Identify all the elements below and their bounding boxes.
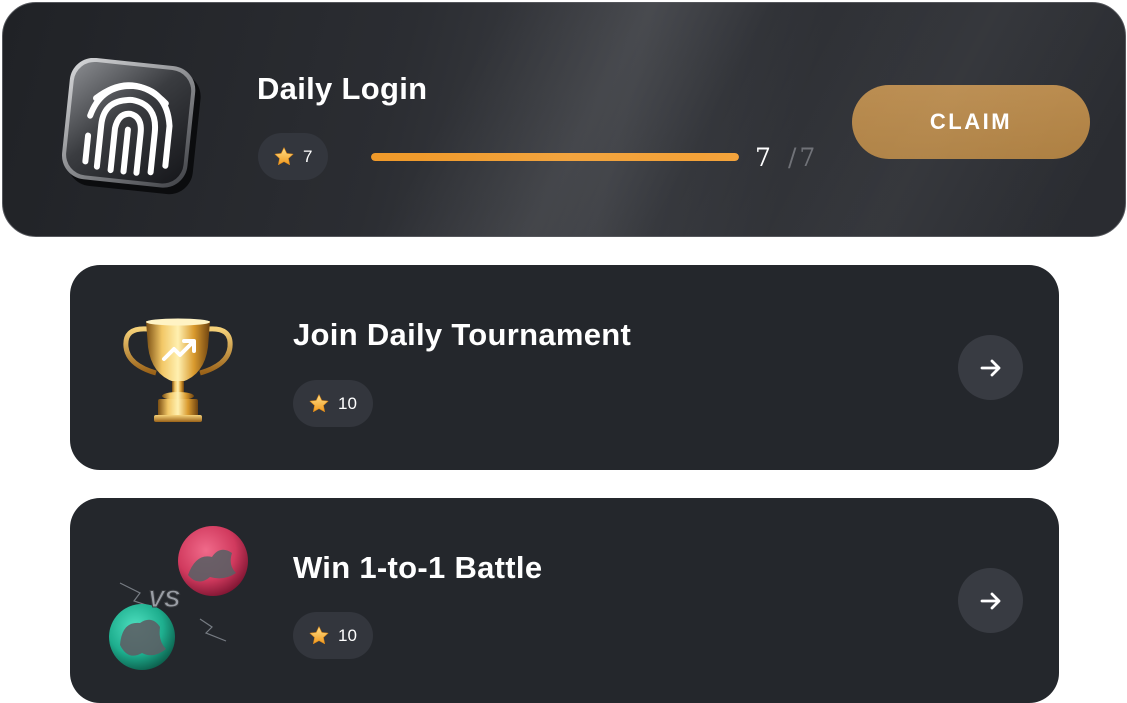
- quest-title: Join Daily Tournament: [293, 317, 632, 352]
- trophy-icon: [120, 317, 236, 425]
- arrow-right-icon: [980, 359, 1000, 376]
- versus-battle-icon: VS: [100, 523, 255, 673]
- quest-card-daily-login: Daily Login 7 7 /7 CLAIM: [2, 2, 1126, 237]
- progress-fill: [371, 153, 739, 161]
- reward-badge: 10: [293, 612, 373, 659]
- fingerprint-icon: [55, 57, 207, 200]
- progress-current: 7: [755, 143, 771, 172]
- star-icon: [308, 393, 330, 415]
- progress-total: /7: [788, 143, 819, 172]
- star-icon: [273, 146, 295, 168]
- reward-amount: 10: [338, 625, 357, 645]
- reward-amount: 10: [338, 393, 357, 413]
- quest-card-tournament: Join Daily Tournament 10: [70, 265, 1059, 470]
- star-icon: [308, 625, 330, 647]
- reward-amount: 7: [303, 146, 313, 166]
- go-button[interactable]: [958, 568, 1023, 633]
- quest-card-battle: VS Win 1-to-1 Battle 10: [70, 498, 1059, 703]
- go-button[interactable]: [958, 335, 1023, 400]
- quest-title: Win 1-to-1 Battle: [293, 550, 543, 585]
- svg-text:VS: VS: [148, 586, 180, 613]
- quest-title: Daily Login: [257, 71, 428, 106]
- reward-badge: 10: [293, 380, 373, 427]
- progress-bar: [371, 153, 739, 161]
- reward-badge: 7: [258, 133, 329, 180]
- claim-button[interactable]: CLAIM: [852, 85, 1090, 159]
- arrow-right-icon: [980, 592, 1000, 609]
